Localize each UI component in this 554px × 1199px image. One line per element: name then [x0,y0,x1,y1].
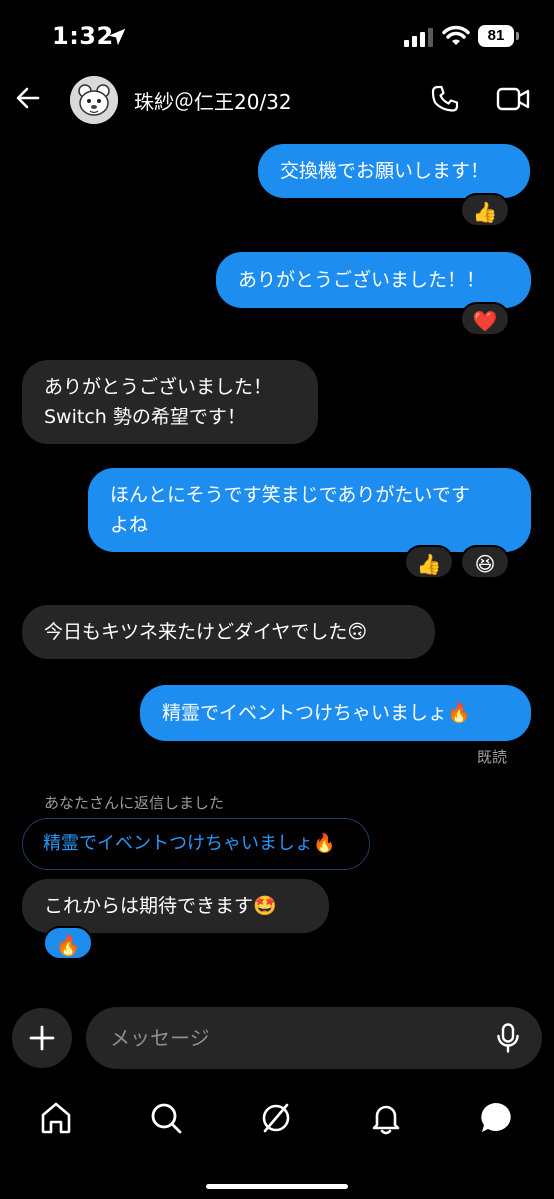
message-text-line: Switch 勢の希望です！ [44,406,246,428]
message-input[interactable] [110,1007,490,1069]
message-text: これからは期待できます🤩 [44,895,277,917]
search-icon[interactable] [148,1100,184,1136]
battery-level: 81 [478,25,514,47]
plus-icon [29,1025,55,1051]
reply-quote-text: 精霊でイベントつけちゃいましょ🔥 [43,833,336,854]
cellular-signal-icon [404,28,433,47]
microphone-icon[interactable] [496,1023,520,1053]
reply-quote[interactable]: 精霊でイベントつけちゃいましょ🔥 [22,818,370,870]
bottom-tab-bar [0,1090,554,1146]
message-text-line: よね [110,514,149,536]
reaction-heart[interactable]: ❤️ [460,302,510,336]
message-bubble-outgoing[interactable]: ありがとうございました！！ [216,252,531,308]
message-composer[interactable] [86,1007,542,1069]
add-attachment-button[interactable] [12,1008,72,1068]
message-bubble-incoming[interactable]: 今日もキツネ来たけどダイヤでした🙃 [22,605,435,659]
message-bubble-outgoing[interactable]: 交換機でお願いします！ [258,144,530,198]
reaction-fire[interactable]: 🔥 [43,926,93,960]
home-indicator [206,1184,348,1189]
reaction-laughing[interactable]: 😆 [460,545,510,579]
message-bubble-incoming[interactable]: ありがとうございました！ Switch 勢の希望です！ [22,360,318,444]
message-text: ありがとうございました！！ [238,269,486,291]
video-call-icon[interactable] [496,86,530,112]
phone-call-icon[interactable] [430,84,460,114]
message-bubble-outgoing[interactable]: ほんとにそうです笑まじでありがたいです よね [88,468,531,552]
avatar[interactable] [70,76,118,124]
message-text: 精霊でイベントつけちゃいましょ🔥 [162,702,471,724]
message-bubble-incoming[interactable]: これからは期待できます🤩 [22,879,329,933]
avatar-bear-icon [70,76,118,124]
back-arrow-icon[interactable] [14,84,42,112]
location-arrow-icon [108,28,126,46]
notifications-icon[interactable] [368,1100,404,1136]
message-text-line: ありがとうございました！ [44,376,273,398]
chat-header: 珠紗＠仁王20/32 [0,72,554,128]
messages-icon[interactable] [478,1100,514,1136]
home-icon[interactable] [38,1100,74,1136]
status-bar: 1:32 81 [0,0,554,72]
wifi-icon [442,25,470,45]
status-time: 1:32 [52,22,114,50]
message-bubble-outgoing[interactable]: 精霊でイベントつけちゃいましょ🔥 [140,685,531,741]
contact-name[interactable]: 珠紗＠仁王20/32 [134,86,292,115]
explore-icon[interactable] [258,1100,294,1136]
message-text: 交換機でお願いします！ [280,160,490,182]
reaction-thumbs-up[interactable]: 👍 [404,545,454,579]
read-receipt: 既読 [477,748,508,766]
message-text: 今日もキツネ来たけどダイヤでした🙃 [44,621,368,643]
reply-note: あなたさんに返信しました [44,794,225,812]
battery-icon: 81 [478,25,520,47]
message-text-line: ほんとにそうです笑まじでありがたいです [110,484,470,506]
reaction-thumbs-up[interactable]: 👍 [460,193,510,227]
